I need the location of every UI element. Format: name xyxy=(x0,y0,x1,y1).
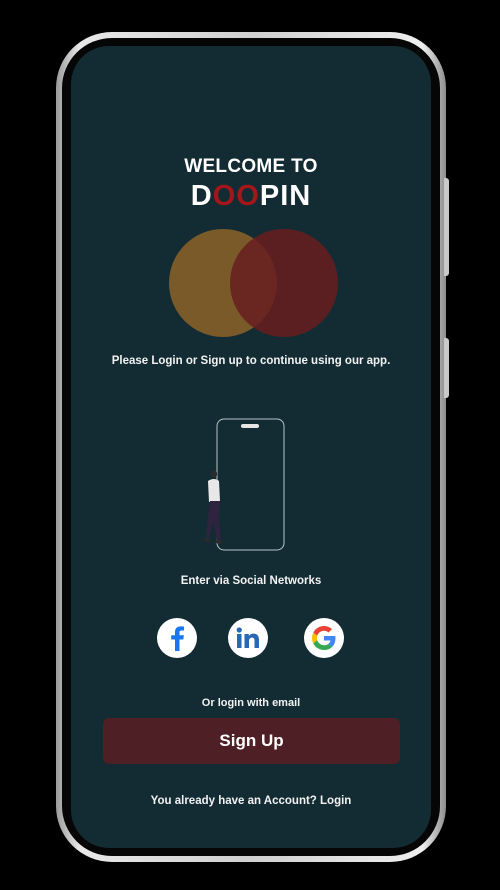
google-icon xyxy=(312,626,336,650)
linkedin-login-button[interactable] xyxy=(228,618,268,658)
sign-up-button[interactable]: Sign Up xyxy=(103,718,400,764)
account-question: You already have an Account? xyxy=(150,795,321,807)
brand-title: DOOPIN xyxy=(71,180,431,213)
brand-letters-pin: PIN xyxy=(259,180,312,212)
brand-letter-d: D xyxy=(190,180,213,212)
welcome-heading: WELCOME TO xyxy=(184,156,318,177)
volume-button xyxy=(444,178,449,276)
login-link[interactable]: Login xyxy=(320,795,351,807)
person-walking-icon xyxy=(203,470,222,544)
logo-circle-right xyxy=(230,229,338,337)
brand-accent-letters: OO xyxy=(212,180,260,212)
facebook-icon xyxy=(171,626,184,651)
tagline: Please Login or Sign up to continue usin… xyxy=(111,355,391,367)
linkedin-icon xyxy=(236,627,259,648)
app-screen: WELCOME TO DOOPIN Please Login or Sign u… xyxy=(71,46,431,848)
power-button xyxy=(444,338,449,398)
facebook-login-button[interactable] xyxy=(157,618,197,658)
phone-person-illustration xyxy=(203,418,285,551)
email-login-label: Or login with email xyxy=(201,697,301,709)
phone-outline-icon xyxy=(216,418,285,551)
google-login-button[interactable] xyxy=(304,618,344,658)
login-prompt: You already have an Account? Login xyxy=(71,795,431,807)
social-networks-title: Enter via Social Networks xyxy=(180,575,322,587)
